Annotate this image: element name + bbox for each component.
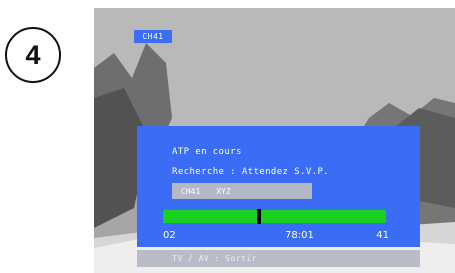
- exit-hint-bar: TV / AV : Sortir: [137, 250, 420, 267]
- progress-max-label: 41: [376, 230, 389, 241]
- current-channel-field: CH41 XYZ: [172, 183, 312, 199]
- tv-screen: CH41 ATP en cours Recherche : Attendez S…: [94, 8, 455, 273]
- auto-tuning-dialog: ATP en cours Recherche : Attendez S.V.P.…: [137, 126, 420, 247]
- search-status-text: Recherche : Attendez S.V.P.: [172, 167, 330, 177]
- channel-indicator: CH41: [134, 30, 172, 43]
- progress-min-label: 02: [163, 230, 176, 241]
- progress-marker: [257, 209, 261, 224]
- channel-name: XYZ: [216, 186, 231, 196]
- step-number-badge: 4: [5, 27, 61, 83]
- progress-scale: 02 78:01 41: [163, 230, 389, 242]
- search-progress-bar: [163, 209, 386, 224]
- dialog-title: ATP en cours: [172, 147, 242, 157]
- progress-current-label: 78:01: [285, 230, 314, 241]
- channel-code: CH41: [181, 186, 201, 196]
